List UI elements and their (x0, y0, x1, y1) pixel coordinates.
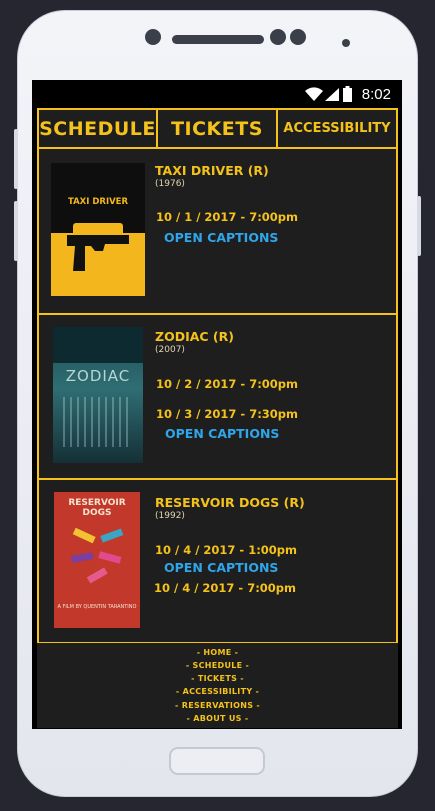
top-nav: SCHEDULE TICKETS ACCESSIBILITY (37, 108, 398, 149)
volume-button (14, 129, 18, 189)
phone-screen: 8:02 SCHEDULE TICKETS ACCESSIBILITY TAXI… (32, 80, 402, 729)
proximity-sensor (342, 39, 350, 47)
footer-link-about-us[interactable]: - ABOUT US - (37, 714, 398, 723)
poster-reservoir-dogs[interactable]: RESERVOIR DOGS A FILM BY QUENTIN TARANTI… (54, 492, 140, 628)
side-button (417, 196, 421, 256)
gun-icon (67, 235, 129, 271)
poster-taxi-driver[interactable]: TAXI DRIVER (51, 163, 145, 296)
footer-nav: - HOME - - SCHEDULE - - TICKETS - - ACCE… (37, 643, 398, 728)
nav-tickets[interactable]: TICKETS (158, 110, 278, 147)
footer-link-accessibility[interactable]: - ACCESSIBILITY - (37, 687, 398, 696)
sensor-dot (270, 29, 286, 45)
front-camera (145, 29, 161, 45)
speaker-grille (172, 35, 264, 44)
poster-title-text: ZODIAC (65, 367, 131, 385)
poster-title-text: TAXI DRIVER (67, 197, 129, 207)
open-captions-badge[interactable]: OPEN CAPTIONS (165, 426, 279, 441)
poster-title-text: RESERVOIR DOGS (68, 498, 126, 518)
app-content: SCHEDULE TICKETS ACCESSIBILITY TAXI DRIV… (37, 108, 398, 728)
nav-accessibility[interactable]: ACCESSIBILITY (278, 110, 396, 147)
battery-icon (343, 86, 352, 102)
status-time: 8:02 (361, 86, 391, 103)
home-button[interactable] (169, 747, 265, 775)
poster-sky (53, 327, 143, 363)
showtime[interactable]: 10 / 2 / 2017 - 7:00pm (156, 377, 298, 391)
footer-link-reservations[interactable]: - RESERVATIONS - (37, 701, 398, 710)
open-captions-badge[interactable]: OPEN CAPTIONS (164, 230, 278, 245)
film-card-taxi-driver[interactable]: TAXI DRIVER TAXI DRIVER (R) (1976) 10 / … (37, 149, 398, 315)
film-card-reservoir-dogs[interactable]: RESERVOIR DOGS A FILM BY QUENTIN TARANTI… (37, 480, 398, 644)
showtime[interactable]: 10 / 4 / 2017 - 1:00pm (155, 543, 297, 557)
nav-schedule[interactable]: SCHEDULE (39, 110, 158, 147)
wifi-icon (305, 87, 323, 101)
open-captions-badge[interactable]: OPEN CAPTIONS (164, 560, 278, 575)
showtime[interactable]: 10 / 1 / 2017 - 7:00pm (156, 210, 298, 224)
film-title: ZODIAC (R) (155, 329, 234, 344)
status-bar: 8:02 (32, 80, 402, 108)
poster-streaks (63, 397, 133, 447)
power-button (14, 201, 18, 261)
film-title: TAXI DRIVER (R) (155, 163, 269, 178)
showtime[interactable]: 10 / 3 / 2017 - 7:30pm (156, 407, 298, 421)
sensor-dot (290, 29, 306, 45)
showtime[interactable]: 10 / 4 / 2017 - 7:00pm (154, 581, 296, 595)
poster-zodiac[interactable]: ZODIAC (53, 327, 143, 463)
footer-link-tickets[interactable]: - TICKETS - (37, 674, 398, 683)
signal-icon (325, 88, 339, 101)
film-card-zodiac[interactable]: ZODIAC ZODIAC (R) (2007) 10 / 2 / 2017 -… (37, 315, 398, 480)
guns-illustration (70, 527, 124, 584)
footer-link-schedule[interactable]: - SCHEDULE - (37, 661, 398, 670)
footer-link-home[interactable]: - HOME - (37, 648, 398, 657)
poster-subtext: A FILM BY QUENTIN TARANTINO (57, 604, 137, 610)
film-year: (1976) (155, 179, 185, 189)
film-year: (1992) (155, 511, 185, 521)
film-year: (2007) (155, 345, 185, 355)
film-title: RESERVOIR DOGS (R) (155, 495, 305, 510)
